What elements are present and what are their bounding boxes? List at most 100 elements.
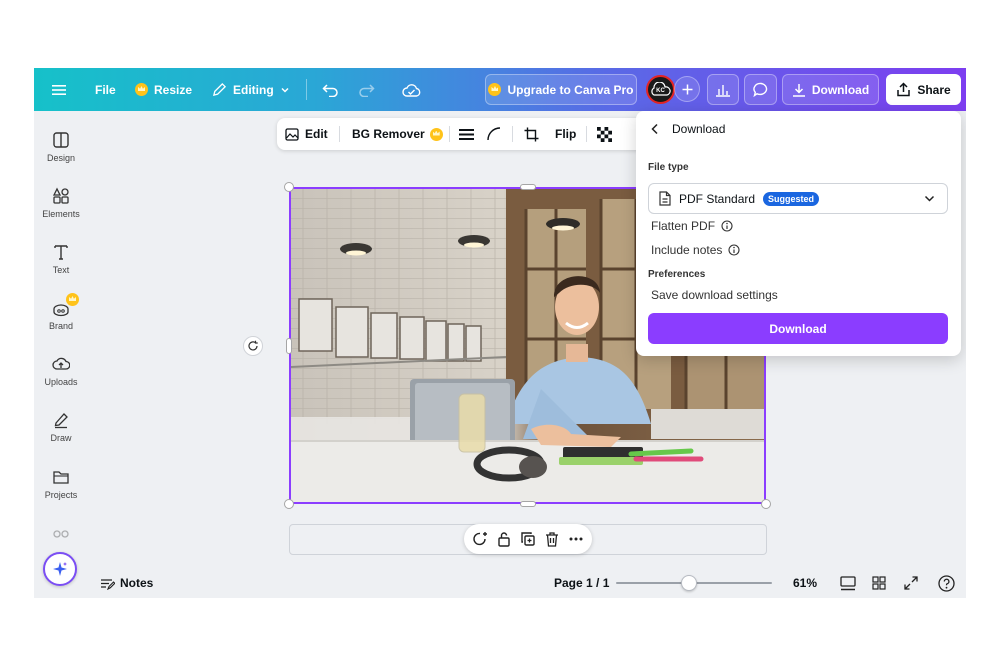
divider [586, 126, 587, 142]
zoom-slider-thumb[interactable] [681, 575, 698, 591]
resize-handle-left[interactable] [286, 338, 292, 354]
folder-icon [53, 471, 69, 484]
editing-label: Editing [233, 82, 274, 97]
add-collaborator-button[interactable] [674, 76, 700, 102]
magic-assistant-button[interactable] [43, 552, 77, 586]
notes-button[interactable]: Notes [100, 568, 153, 598]
info-icon[interactable] [728, 244, 740, 256]
comment-icon [752, 82, 767, 97]
info-icon[interactable] [721, 220, 733, 232]
save-download-settings-option[interactable]: Save download settings [651, 288, 778, 302]
resize-handle-bottom[interactable] [520, 501, 536, 507]
resize-handle-top-left[interactable] [284, 182, 294, 192]
resize-handle-top[interactable] [520, 184, 536, 190]
sidebar-item-uploads[interactable]: Uploads [34, 355, 88, 387]
page-view-button[interactable] [840, 568, 856, 598]
help-button[interactable] [938, 568, 955, 598]
flatten-pdf-option[interactable]: Flatten PDF [651, 219, 733, 233]
flatten-pdf-label: Flatten PDF [651, 219, 716, 233]
lock-icon[interactable] [496, 531, 512, 547]
insights-button[interactable] [707, 74, 739, 105]
grid-icon [872, 576, 886, 590]
expand-icon [904, 576, 918, 590]
border-style-button[interactable] [459, 118, 474, 150]
share-button[interactable]: Share [886, 74, 961, 105]
panel-download-label: Download [769, 321, 827, 336]
help-icon [938, 574, 955, 592]
checkerboard-icon [597, 126, 612, 142]
cloud-check-icon [402, 83, 421, 97]
chevron-left-icon [651, 123, 658, 135]
add-comment-icon[interactable] [472, 531, 488, 547]
shapes-icon [52, 187, 69, 204]
panel-title-text: Download [672, 122, 726, 136]
sidebar-item-label: Draw [50, 433, 72, 443]
upgrade-button[interactable]: Upgrade to Canva Pro [485, 74, 637, 105]
file-label: File [95, 82, 116, 97]
sidebar-item-draw[interactable]: Draw [34, 411, 88, 443]
flip-button[interactable]: Flip [555, 118, 576, 150]
sidebar-item-text[interactable]: Text [34, 243, 88, 275]
bar-chart-icon [716, 84, 730, 97]
menu-button[interactable] [52, 68, 66, 111]
comments-button[interactable] [744, 74, 777, 105]
sidebar-item-design[interactable]: Design [34, 131, 88, 163]
bg-remover-button[interactable]: BG Remover [352, 118, 443, 150]
crown-icon [135, 83, 148, 96]
edit-image-button[interactable]: Edit [285, 118, 328, 150]
panel-download-button[interactable]: Download [648, 313, 948, 344]
sidebar-item-label: Design [46, 153, 75, 163]
editing-mode-button[interactable]: Editing [212, 68, 290, 111]
avatar[interactable]: KC [646, 75, 675, 104]
sidebar-item-brand[interactable]: Brand [34, 293, 88, 331]
crop-button[interactable] [524, 118, 539, 150]
download-icon [792, 83, 805, 97]
bottom-bar: Notes Page 1 / 1 61% [88, 568, 966, 598]
panel-back-button[interactable] [650, 123, 660, 135]
trash-icon[interactable] [544, 531, 560, 547]
sidebar-item-projects[interactable]: Projects [34, 468, 88, 500]
document-icon [659, 191, 671, 206]
more-options-icon[interactable] [568, 531, 584, 547]
sidebar-item-apps[interactable] [34, 525, 88, 543]
resize-handle-bottom-left[interactable] [284, 499, 294, 509]
image-edit-icon [285, 127, 299, 141]
sidebar: Design Elements Text Brand Uploads Draw … [34, 111, 88, 598]
file-type-select[interactable]: PDF Standard Suggested [648, 183, 948, 214]
zoom-level-button[interactable]: 61% [793, 568, 817, 598]
undo-button[interactable] [322, 68, 339, 111]
cloud-sync-button[interactable] [402, 68, 421, 111]
include-notes-option[interactable]: Include notes [651, 243, 740, 257]
transparency-button[interactable] [597, 118, 612, 150]
resize-button[interactable]: Resize [135, 68, 192, 111]
edit-label: Edit [305, 127, 328, 141]
pencil-icon [212, 82, 227, 97]
chevron-down-icon [924, 195, 935, 202]
preferences-label-text: Preferences [648, 269, 706, 280]
share-upload-icon [897, 82, 911, 97]
pages-view-icon [840, 575, 856, 590]
fullscreen-button[interactable] [904, 568, 918, 598]
page-indicator[interactable]: Page 1 / 1 [554, 568, 609, 598]
notes-icon [101, 578, 115, 590]
page-actions-bar [464, 524, 592, 554]
file-menu[interactable]: File [95, 68, 116, 111]
crop-icon [524, 127, 539, 141]
grid-view-button[interactable] [872, 568, 886, 598]
redo-icon [359, 83, 375, 97]
redo-button[interactable] [358, 68, 375, 111]
corner-rounding-button[interactable] [487, 118, 501, 150]
download-button[interactable]: Download [782, 74, 879, 105]
panel-title: Download [672, 122, 725, 136]
page-count: Page 1 / 1 [554, 576, 610, 590]
avatar-initials: KC [656, 88, 665, 94]
share-label: Share [917, 82, 951, 97]
duplicate-icon[interactable] [520, 531, 536, 547]
download-label: Download [811, 82, 870, 97]
corner-radius-icon [487, 127, 501, 141]
hamburger-menu-icon [52, 84, 66, 95]
crown-icon [429, 127, 443, 141]
resize-handle-bottom-right[interactable] [761, 499, 771, 509]
rotate-handle[interactable] [243, 336, 263, 356]
sidebar-item-elements[interactable]: Elements [34, 187, 88, 219]
